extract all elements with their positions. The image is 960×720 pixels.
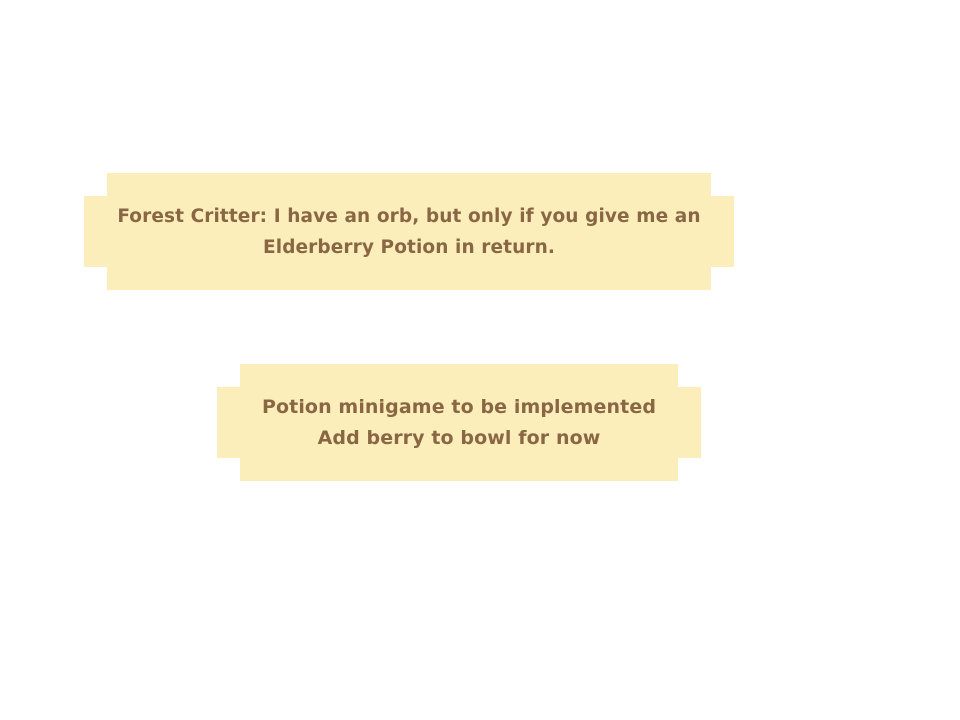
- notice-line-1: Potion minigame to be implemented: [261, 395, 657, 418]
- notice-line-2: Add berry to bowl for now: [317, 426, 601, 449]
- dialogue-box[interactable]: Forest Critter: I have an orb, but only …: [84, 173, 734, 290]
- minigame-notice-box[interactable]: Potion minigame to be implemented Add be…: [217, 364, 701, 481]
- dialogue-line-2: Elderberry Potion in return.: [263, 236, 555, 258]
- dialogue-line-1: Forest Critter: I have an orb, but only …: [117, 205, 701, 227]
